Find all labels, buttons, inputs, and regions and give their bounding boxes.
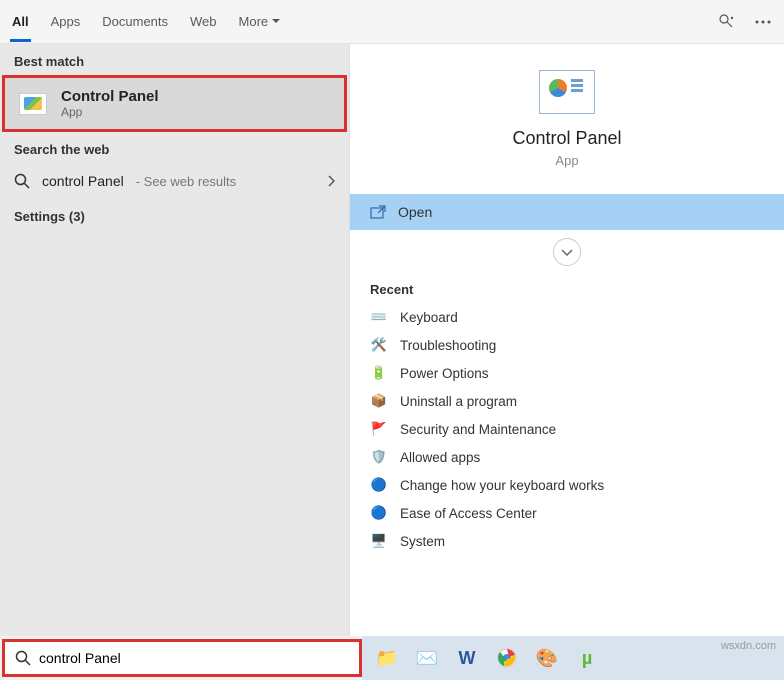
file-explorer-icon[interactable]: 📁 [370, 641, 404, 675]
uninstall-icon: 📦 [370, 393, 388, 409]
recent-item-label: Change how your keyboard works [400, 478, 604, 493]
recent-item-label: Ease of Access Center [400, 506, 537, 521]
web-result-hint: - See web results [136, 174, 236, 189]
best-match-title: Control Panel [61, 88, 159, 105]
chevron-down-icon [272, 19, 280, 24]
recent-item-label: Troubleshooting [400, 338, 496, 353]
open-icon [370, 205, 386, 219]
results-panel: Best match Control Panel App Search the … [0, 44, 349, 636]
recent-item-power[interactable]: 🔋 Power Options [362, 359, 772, 387]
detail-panel: Control Panel App Open Recent ⌨️ Keyboard… [349, 44, 784, 636]
control-panel-icon-large [539, 70, 595, 114]
ease-icon: 🔵 [370, 477, 388, 493]
recent-item-label: System [400, 534, 445, 549]
troubleshoot-icon: 🛠️ [370, 337, 388, 353]
detail-title: Control Panel [360, 128, 774, 149]
flag-icon: 🚩 [370, 421, 388, 437]
web-result-row[interactable]: control Panel - See web results [0, 163, 349, 199]
tab-web[interactable]: Web [190, 2, 217, 41]
recent-item-label: Power Options [400, 366, 489, 381]
chrome-icon[interactable] [490, 641, 524, 675]
tab-all[interactable]: All [12, 2, 29, 41]
feedback-icon[interactable] [718, 13, 736, 31]
open-button[interactable]: Open [350, 194, 784, 230]
recent-item-troubleshooting[interactable]: 🛠️ Troubleshooting [362, 331, 772, 359]
recent-item-label: Allowed apps [400, 450, 480, 465]
search-web-label: Search the web [0, 132, 349, 163]
recent-item-label: Security and Maintenance [400, 422, 556, 437]
tab-apps[interactable]: Apps [51, 2, 81, 41]
watermark: wsxdn.com [721, 640, 776, 652]
recent-item-system[interactable]: 🖥️ System [362, 527, 772, 555]
recent-label: Recent [350, 274, 784, 303]
web-result-query: control Panel [42, 173, 124, 189]
recent-list: ⌨️ Keyboard 🛠️ Troubleshooting 🔋 Power Opti… [350, 303, 784, 555]
recent-item-security[interactable]: 🚩 Security and Maintenance [362, 415, 772, 443]
shield-icon: 🛡️ [370, 449, 388, 465]
search-icon [15, 650, 31, 666]
power-icon: 🔋 [370, 365, 388, 381]
best-match-sub: App [61, 105, 159, 119]
mail-icon[interactable]: ✉️ [410, 641, 444, 675]
recent-item-uninstall[interactable]: 📦 Uninstall a program [362, 387, 772, 415]
recent-item-keyboard[interactable]: ⌨️ Keyboard [362, 303, 772, 331]
search-box[interactable] [2, 639, 362, 677]
recent-item-label: Uninstall a program [400, 394, 517, 409]
tab-documents[interactable]: Documents [102, 2, 168, 41]
search-input[interactable] [39, 650, 349, 666]
search-icon [14, 173, 30, 189]
ease-icon: 🔵 [370, 505, 388, 521]
chevron-right-icon [328, 175, 335, 187]
settings-label[interactable]: Settings (3) [0, 199, 349, 230]
expand-button[interactable] [553, 238, 581, 266]
recent-item-ease-access[interactable]: 🔵 Ease of Access Center [362, 499, 772, 527]
recent-item-keyboard-change[interactable]: 🔵 Change how your keyboard works [362, 471, 772, 499]
recent-item-label: Keyboard [400, 310, 458, 325]
more-options-icon[interactable] [754, 13, 772, 31]
best-match-item[interactable]: Control Panel App [2, 75, 347, 132]
tab-more[interactable]: More [239, 2, 281, 41]
tab-bar: All Apps Documents Web More [0, 0, 784, 44]
system-icon: 🖥️ [370, 533, 388, 549]
utorrent-icon[interactable]: µ [570, 641, 604, 675]
open-label: Open [398, 204, 432, 220]
tab-more-label: More [239, 14, 269, 29]
word-icon[interactable]: W [450, 641, 484, 675]
best-match-label: Best match [0, 44, 349, 75]
control-panel-icon [19, 93, 47, 115]
recent-item-allowed[interactable]: 🛡️ Allowed apps [362, 443, 772, 471]
detail-sub: App [360, 153, 774, 168]
keyboard-icon: ⌨️ [370, 309, 388, 325]
paint-icon[interactable]: 🎨 [530, 641, 564, 675]
bottom-bar: 📁 ✉️ W 🎨 µ [0, 636, 784, 680]
chevron-down-icon [561, 249, 573, 256]
